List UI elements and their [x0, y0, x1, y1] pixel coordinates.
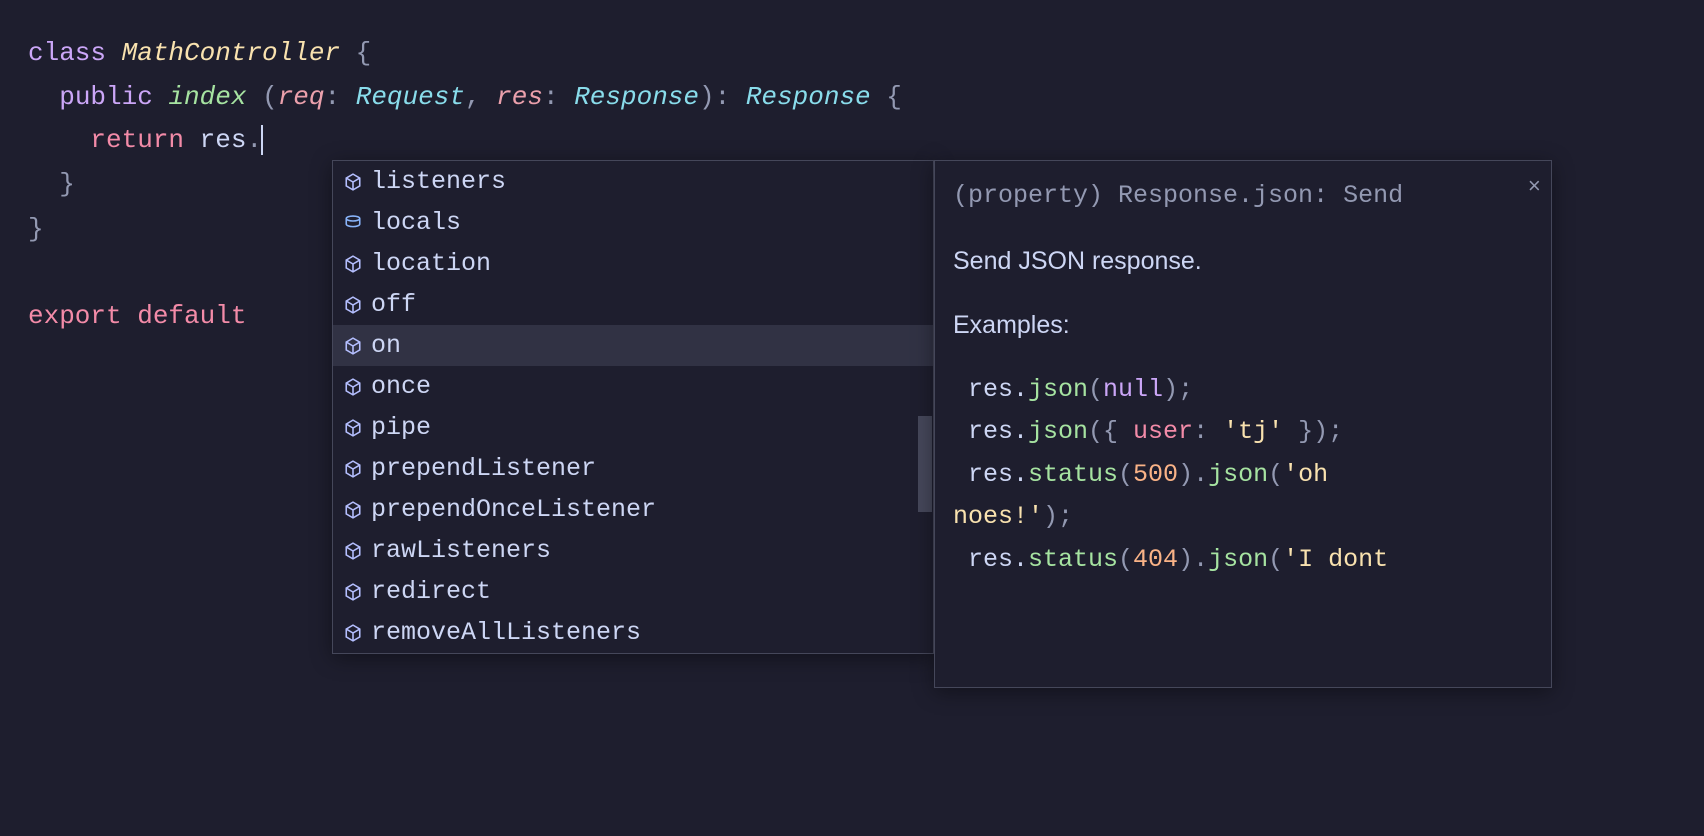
scrollbar-thumb[interactable] — [918, 416, 932, 512]
autocomplete-item-label: prependListener — [371, 454, 596, 483]
class-name: MathController — [122, 38, 340, 68]
error-squiggle: } — [59, 163, 75, 208]
autocomplete-popup[interactable]: listeners locals location off on once pipe prep… — [332, 160, 934, 654]
documentation-panel: × (property) Response.json: Send Send JS… — [934, 160, 1552, 688]
autocomplete-item-location[interactable]: location — [333, 243, 933, 284]
keyword-default: default — [122, 301, 262, 331]
autocomplete-item-label: redirect — [371, 577, 491, 606]
autocomplete-item-off[interactable]: off — [333, 284, 933, 325]
doc-example-2: res.json({ user: 'tj' }); — [953, 411, 1533, 454]
method-icon — [343, 418, 363, 438]
type-request: Request — [356, 82, 465, 112]
text-cursor — [261, 125, 263, 155]
autocomplete-item-label: prependOnceListener — [371, 495, 656, 524]
autocomplete-item-label: rawListeners — [371, 536, 551, 565]
keyword-public: public — [59, 82, 153, 112]
autocomplete-item-redirect[interactable]: redirect — [333, 571, 933, 612]
autocomplete-item-label: locals — [371, 208, 461, 237]
method-icon — [343, 582, 363, 602]
method-icon — [343, 254, 363, 274]
keyword-class: class — [28, 38, 106, 68]
autocomplete-item-label: listeners — [371, 167, 506, 196]
autocomplete-item-prependOnceListener[interactable]: prependOnceListener — [333, 489, 933, 530]
doc-example-1: res.json(null); — [953, 369, 1533, 412]
autocomplete-list[interactable]: listeners locals location off on once pipe prep… — [333, 161, 933, 653]
code-line-2: public index (req: Request, res: Respons… — [28, 76, 1704, 120]
autocomplete-item-removeAllListeners[interactable]: removeAllListeners — [333, 612, 933, 653]
keyword-export: export — [28, 301, 122, 331]
method-icon — [343, 172, 363, 192]
method-icon — [343, 541, 363, 561]
autocomplete-item-on[interactable]: on — [333, 325, 933, 366]
method-name: index — [168, 82, 246, 112]
autocomplete-item-label: off — [371, 290, 416, 319]
method-icon — [343, 459, 363, 479]
doc-example-3a: res.status(500).json('oh — [953, 454, 1533, 497]
param-res: res — [496, 82, 543, 112]
close-icon[interactable]: × — [1528, 169, 1541, 206]
autocomplete-item-label: on — [371, 331, 401, 360]
code-line-3: return res. — [28, 119, 1704, 163]
method-icon — [343, 295, 363, 315]
autocomplete-item-label: removeAllListeners — [371, 618, 641, 647]
autocomplete-item-rawListeners[interactable]: rawListeners — [333, 530, 933, 571]
autocomplete-item-listeners[interactable]: listeners — [333, 161, 933, 202]
autocomplete-item-locals[interactable]: locals — [333, 202, 933, 243]
doc-examples-heading: Examples: — [953, 304, 1533, 347]
doc-signature: (property) Response.json: Send — [953, 175, 1533, 218]
type-response: Response — [574, 82, 699, 112]
method-icon — [343, 623, 363, 643]
doc-example-3b: noes!'); — [953, 496, 1533, 539]
var-res: res — [184, 125, 246, 155]
return-type: Response — [746, 82, 871, 112]
method-icon — [343, 377, 363, 397]
autocomplete-item-label: once — [371, 372, 431, 401]
autocomplete-item-label: pipe — [371, 413, 431, 442]
method-icon — [343, 500, 363, 520]
method-icon — [343, 336, 363, 356]
doc-example-4: res.status(404).json('I dont — [953, 539, 1533, 582]
param-req: req — [278, 82, 325, 112]
keyword-return: return — [90, 125, 184, 155]
autocomplete-item-pipe[interactable]: pipe — [333, 407, 933, 448]
field-icon — [343, 213, 363, 233]
autocomplete-item-once[interactable]: once — [333, 366, 933, 407]
autocomplete-item-prependListener[interactable]: prependListener — [333, 448, 933, 489]
doc-description: Send JSON response. — [953, 240, 1533, 283]
autocomplete-item-label: location — [371, 249, 491, 278]
code-line-1: class MathController { — [28, 32, 1704, 76]
